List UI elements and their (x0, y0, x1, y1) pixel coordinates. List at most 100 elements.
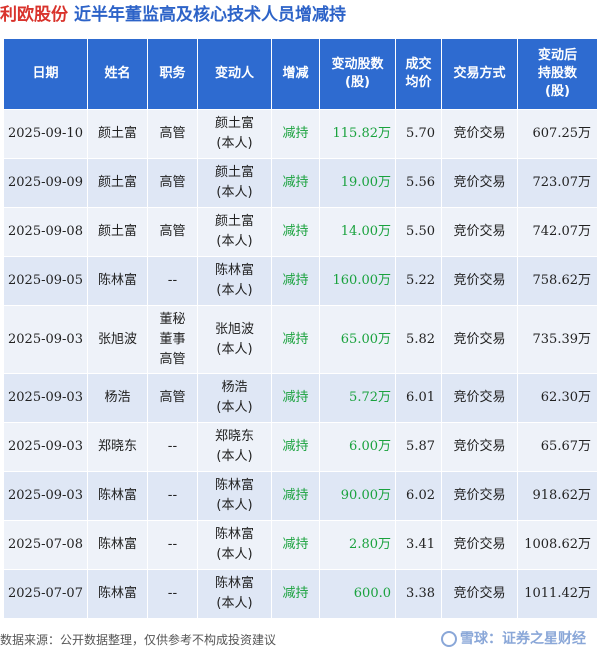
stock-name: 利欧股份 (0, 5, 68, 25)
cell-date: 2025-09-03 (3, 305, 88, 374)
cell-after: 1008.62万 (517, 520, 598, 570)
cell-person: 陈林富 (本人) (197, 569, 272, 619)
cell-price: 3.41 (395, 520, 442, 570)
cell-name: 陈林富 (87, 471, 148, 521)
table-row: 2025-09-03 张旭波 董秘 董事 高管 张旭波 (本人) 减持 65.00万 5.82 竞价… (3, 305, 598, 374)
cell-date: 2025-09-10 (3, 109, 88, 159)
cell-direction: 减持 (271, 256, 320, 306)
cell-date: 2025-09-03 (3, 422, 88, 472)
cell-position: 高管 (147, 109, 198, 159)
table-row: 2025-09-09 颜土富 高管 颜土富 (本人) 减持 19.00万 5.56 竞价交易 72… (3, 158, 598, 208)
cell-shares: 90.00万 (319, 471, 396, 521)
table-row: 2025-09-03 陈林富 -- 陈林富 (本人) 减持 90.00万 6.02 竞价交易 91… (3, 471, 598, 521)
cell-shares: 160.00万 (319, 256, 396, 306)
cell-name: 张旭波 (87, 305, 148, 374)
cell-after: 742.07万 (517, 207, 598, 257)
cell-date: 2025-09-03 (3, 471, 88, 521)
cell-date: 2025-09-08 (3, 207, 88, 257)
cell-person: 陈林富 (本人) (197, 520, 272, 570)
cell-shares: 14.00万 (319, 207, 396, 257)
cell-date: 2025-09-05 (3, 256, 88, 306)
table-row: 2025-09-10 颜土富 高管 颜土富 (本人) 减持 115.82万 5.70 竞价交易 6… (3, 109, 598, 159)
cell-method: 竞价交易 (441, 373, 518, 423)
cell-person: 颜土富 (本人) (197, 207, 272, 257)
column-header: 变动股数 (股) (319, 38, 396, 110)
cell-shares: 6.00万 (319, 422, 396, 472)
cell-position: -- (147, 569, 198, 619)
cell-name: 颜土富 (87, 158, 148, 208)
cell-direction: 减持 (271, 520, 320, 570)
column-header: 职务 (147, 38, 198, 110)
cell-price: 3.38 (395, 569, 442, 619)
cell-person: 颜土富 (本人) (197, 109, 272, 159)
cell-name: 颜土富 (87, 207, 148, 257)
cell-position: 高管 (147, 158, 198, 208)
cell-direction: 减持 (271, 109, 320, 159)
cell-price: 6.02 (395, 471, 442, 521)
title-text: 近半年董监高及核心技术人员增减持 (74, 5, 346, 25)
table-row: 2025-09-08 颜土富 高管 颜土富 (本人) 减持 14.00万 5.50 竞价交易 74… (3, 207, 598, 257)
cell-name: 杨浩 (87, 373, 148, 423)
cell-position: 高管 (147, 207, 198, 257)
cell-direction: 减持 (271, 207, 320, 257)
cell-name: 颜土富 (87, 109, 148, 159)
table-row: 2025-07-08 陈林富 -- 陈林富 (本人) 减持 2.80万 3.41 竞价交易 100… (3, 520, 598, 570)
cell-price: 5.70 (395, 109, 442, 159)
cell-date: 2025-09-09 (3, 158, 88, 208)
cell-name: 陈林富 (87, 520, 148, 570)
cell-date: 2025-07-08 (3, 520, 88, 570)
page-title: 利欧股份 近半年董监高及核心技术人员增减持 (0, 0, 346, 34)
cell-shares: 115.82万 (319, 109, 396, 159)
cell-after: 758.62万 (517, 256, 598, 306)
cell-method: 竞价交易 (441, 520, 518, 570)
cell-shares: 600.0 (319, 569, 396, 619)
table-row: 2025-09-05 陈林富 -- 陈林富 (本人) 减持 160.00万 5.22 竞价交易 7… (3, 256, 598, 306)
snowball-icon (441, 631, 457, 647)
cell-position: -- (147, 256, 198, 306)
cell-name: 郑晓东 (87, 422, 148, 472)
cell-person: 张旭波 (本人) (197, 305, 272, 374)
cell-after: 607.25万 (517, 109, 598, 159)
cell-after: 62.30万 (517, 373, 598, 423)
cell-direction: 减持 (271, 471, 320, 521)
column-header: 增减 (271, 38, 320, 110)
cell-price: 5.56 (395, 158, 442, 208)
cell-name: 陈林富 (87, 256, 148, 306)
cell-method: 竞价交易 (441, 158, 518, 208)
cell-after: 735.39万 (517, 305, 598, 374)
cell-method: 竞价交易 (441, 569, 518, 619)
cell-shares: 19.00万 (319, 158, 396, 208)
brand-label: 雪球：证券之星财经 (441, 628, 586, 648)
data-source-note: 数据来源：公开数据整理，仅供参考不构成投资建议 (0, 633, 277, 647)
cell-after: 1011.42万 (517, 569, 598, 619)
brand-text: 雪球：证券之星财经 (460, 631, 586, 647)
cell-after: 723.07万 (517, 158, 598, 208)
cell-position: -- (147, 422, 198, 472)
cell-person: 陈林富 (本人) (197, 256, 272, 306)
cell-method: 竞价交易 (441, 256, 518, 306)
cell-method: 竞价交易 (441, 109, 518, 159)
cell-person: 颜土富 (本人) (197, 158, 272, 208)
cell-price: 5.82 (395, 305, 442, 374)
cell-position: 高管 (147, 373, 198, 423)
table-row: 2025-09-03 郑晓东 -- 郑晓东 (本人) 减持 6.00万 5.87 竞价交易 65.… (3, 422, 598, 472)
cell-price: 5.50 (395, 207, 442, 257)
cell-direction: 减持 (271, 305, 320, 374)
column-header: 成交 均价 (395, 38, 442, 110)
cell-direction: 减持 (271, 373, 320, 423)
cell-direction: 减持 (271, 569, 320, 619)
cell-method: 竞价交易 (441, 207, 518, 257)
cell-after: 65.67万 (517, 422, 598, 472)
cell-method: 竞价交易 (441, 305, 518, 374)
column-header: 变动后 持股数 (股) (517, 38, 598, 110)
column-header: 交易方式 (441, 38, 518, 110)
cell-price: 5.22 (395, 256, 442, 306)
cell-date: 2025-07-07 (3, 569, 88, 619)
cell-date: 2025-09-03 (3, 373, 88, 423)
cell-position: 董秘 董事 高管 (147, 305, 198, 374)
cell-method: 竞价交易 (441, 471, 518, 521)
column-header: 变动人 (197, 38, 272, 110)
cell-position: -- (147, 520, 198, 570)
cell-shares: 65.00万 (319, 305, 396, 374)
column-header: 姓名 (87, 38, 148, 110)
